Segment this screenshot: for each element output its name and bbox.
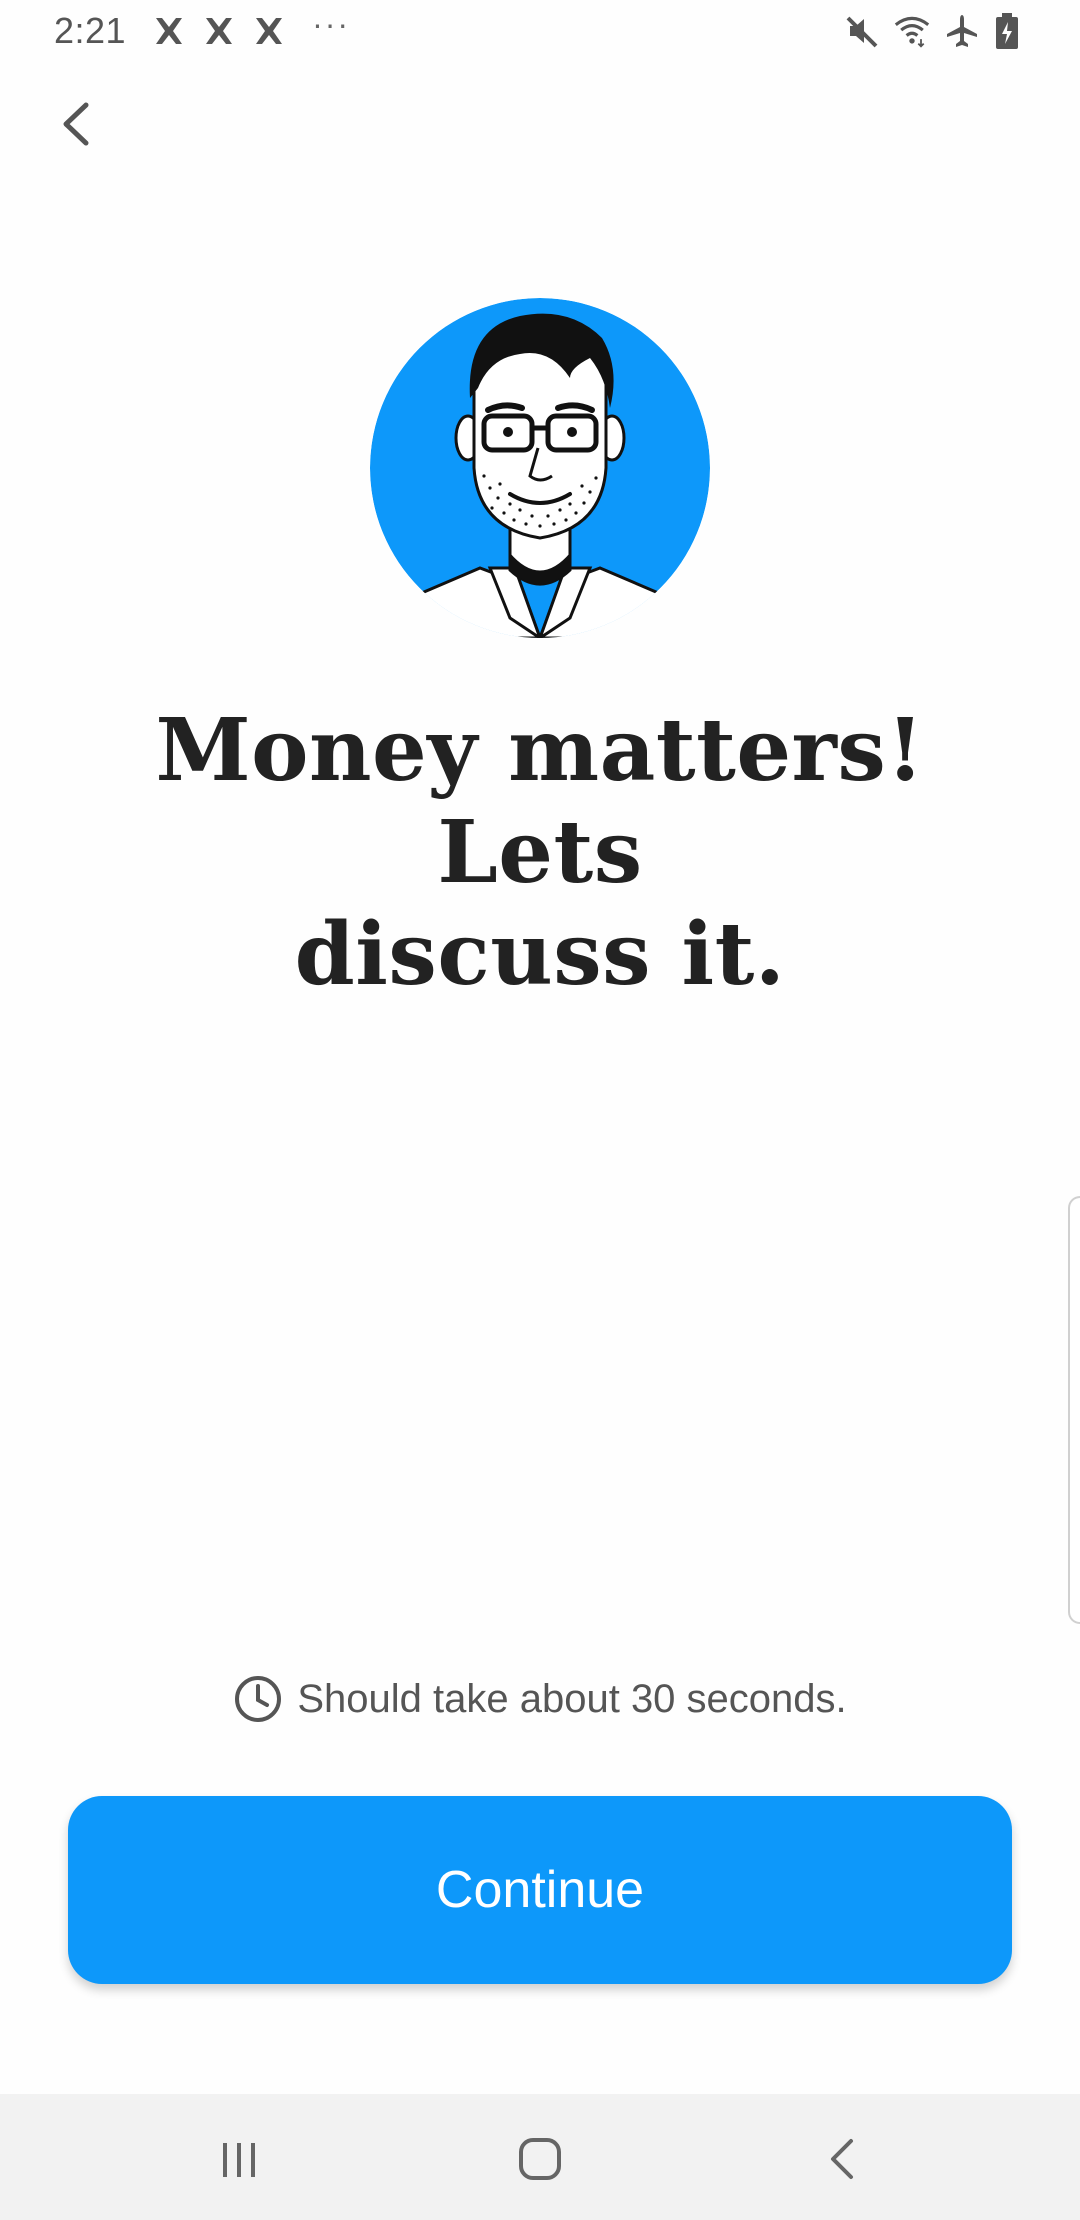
status-icons (844, 12, 1030, 50)
system-back-button[interactable] (808, 2124, 878, 2194)
recents-icon (223, 2143, 255, 2177)
page-title-line-2: discuss it. (294, 904, 786, 1005)
home-button[interactable] (505, 2124, 575, 2194)
back-button[interactable] (44, 92, 108, 156)
battery-icon (994, 12, 1030, 50)
back-icon (831, 2139, 853, 2179)
status-bar: 2:21 ··· (0, 0, 1080, 62)
duration-text: Should take about 30 seconds. (297, 1676, 847, 1721)
recents-button[interactable] (204, 2124, 274, 2194)
status-time: 2:21 (54, 10, 127, 51)
home-icon (519, 2138, 561, 2180)
x-app-icon (202, 14, 236, 48)
page-title: Money matters! Lets discuss it. (100, 700, 980, 1006)
more-notifications-indicator: ··· (312, 5, 351, 42)
edge-panel-handle[interactable] (1068, 1196, 1080, 1624)
clock-icon (233, 1674, 283, 1724)
mute-icon (844, 12, 880, 50)
screen: 2:21 ··· Money matters! Lets discuss it.… (0, 0, 1080, 2220)
chevron-left-icon (63, 102, 89, 146)
page-title-line-1: Money matters! Lets (155, 700, 925, 903)
x-app-icon (252, 14, 286, 48)
system-nav-bar (0, 2094, 1080, 2220)
avatar (370, 298, 710, 638)
duration-note: Should take about 30 seconds. (0, 1674, 1080, 1724)
continue-button[interactable]: Continue (68, 1796, 1012, 1984)
man-with-glasses-illustration (370, 298, 710, 638)
wifi-icon (894, 12, 930, 50)
x-app-icon (152, 14, 186, 48)
airplane-icon (944, 12, 980, 50)
